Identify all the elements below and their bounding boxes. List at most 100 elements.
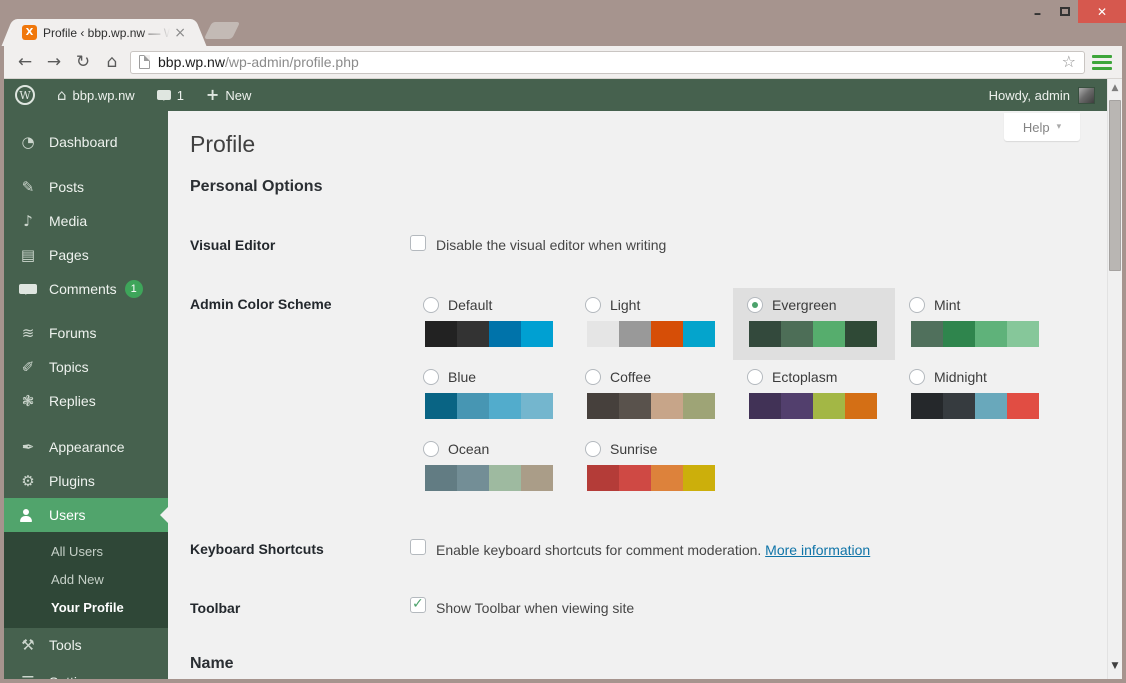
my-account-menu[interactable]: Howdy, admin [989, 79, 1107, 111]
sidebar-item-posts[interactable]: ✎ Posts [4, 170, 168, 204]
color-swatch [911, 393, 943, 419]
color-scheme-name[interactable]: Blue [448, 369, 476, 385]
sidebar-item-topics[interactable]: ✐ Topics [4, 350, 168, 384]
scroll-up-icon[interactable]: ▲ [1108, 83, 1122, 93]
color-swatch [619, 465, 651, 491]
color-swatch [845, 321, 877, 347]
address-bar[interactable]: bbp.wp.nw/wp-admin/profile.php ☆ [130, 50, 1085, 74]
new-tab-button[interactable] [203, 22, 241, 39]
sidebar-item-settings[interactable]: ☰ Settings [4, 665, 168, 679]
color-scheme-radio-blue[interactable] [423, 368, 439, 385]
color-scheme-radio-sunrise[interactable] [585, 440, 601, 457]
settings-icon: ☰ [19, 674, 37, 679]
site-favicon: X [22, 25, 37, 40]
wp-logo-menu[interactable]: W [4, 79, 46, 111]
sidebar-item-tools[interactable]: ⚒ Tools [4, 628, 168, 662]
sidebar-item-media[interactable]: ♪ Media [4, 204, 168, 238]
site-name-menu[interactable]: ⌂ bbp.wp.nw [46, 79, 146, 111]
browser-tab[interactable]: X Profile ‹ bbp.wp.nw — Wo × [14, 19, 194, 46]
color-scheme-options: Default Light Evergreen Mint Blue Coffee Ectop… [409, 288, 1059, 504]
color-scheme-radio-ocean[interactable] [423, 440, 439, 457]
sidebar-item-label: Appearance [49, 439, 125, 455]
close-button[interactable]: ✕ [1078, 0, 1126, 23]
minimize-button[interactable]: – [1024, 0, 1051, 23]
sidebar-item-replies[interactable]: ❃ Replies [4, 384, 168, 418]
keyboard-option-text[interactable]: Enable keyboard shortcuts for comment mo… [436, 542, 761, 558]
color-swatch-bar [911, 321, 1039, 347]
comments-menu[interactable]: 1 [146, 79, 195, 111]
topics-icon: ✐ [21, 357, 35, 376]
sidebar-item-appearance[interactable]: ✒ Appearance [4, 430, 168, 464]
color-scheme-option-midnight: Midnight [895, 360, 1057, 432]
sidebar-item-label: Dashboard [49, 134, 118, 150]
help-label: Help [1022, 119, 1050, 135]
sidebar-item-plugins[interactable]: ⚙ Plugins [4, 464, 168, 498]
reload-button[interactable]: ↻ [72, 53, 94, 71]
keyboard-shortcuts-option-label: Enable keyboard shortcuts for comment mo… [436, 542, 870, 558]
color-swatch [1007, 321, 1039, 347]
sidebar-item-users[interactable]: Users [4, 498, 168, 532]
submenu-item-all-users[interactable]: All Users [4, 537, 168, 565]
submenu-item-add-new[interactable]: Add New [4, 565, 168, 593]
color-scheme-name[interactable]: Midnight [934, 369, 987, 385]
show-toolbar-option-label[interactable]: Show Toolbar when viewing site [436, 600, 634, 616]
sidebar-item-pages[interactable]: ▤ Pages [4, 238, 168, 272]
color-scheme-radio-midnight[interactable] [909, 368, 925, 385]
color-scheme-name[interactable]: Sunrise [610, 441, 657, 457]
bookmark-star-icon[interactable]: ☆ [1062, 54, 1076, 70]
sidebar-item-comments[interactable]: Comments 1 [4, 272, 168, 306]
color-scheme-name[interactable]: Default [448, 297, 492, 313]
more-information-link[interactable]: More information [765, 542, 870, 558]
scroll-down-icon[interactable]: ▼ [1108, 661, 1122, 671]
color-swatch [587, 321, 619, 347]
color-scheme-name[interactable]: Ectoplasm [772, 369, 837, 385]
color-scheme-option-ocean: Ocean [409, 432, 571, 504]
color-scheme-name[interactable]: Evergreen [772, 297, 837, 313]
submenu-item-your-profile[interactable]: Your Profile [4, 593, 168, 621]
color-swatch [425, 393, 457, 419]
back-button[interactable]: ← [14, 53, 36, 71]
maximize-button[interactable] [1051, 0, 1078, 23]
tab-close-icon[interactable]: × [174, 26, 186, 40]
color-scheme-option-evergreen: Evergreen [733, 288, 895, 360]
color-swatch [619, 393, 651, 419]
help-button[interactable]: Help ▾ [1004, 113, 1080, 141]
color-swatch-bar [587, 321, 715, 347]
sidebar-item-dashboard[interactable]: ◔ Dashboard [4, 125, 168, 159]
keyboard-shortcuts-checkbox[interactable] [410, 539, 426, 555]
home-button[interactable]: ⌂ [101, 53, 123, 71]
color-scheme-radio-mint[interactable] [909, 296, 925, 313]
color-scheme-radio-coffee[interactable] [585, 368, 601, 385]
color-swatch [619, 321, 651, 347]
color-swatch [651, 393, 683, 419]
color-scheme-option-ectoplasm: Ectoplasm [733, 360, 895, 432]
color-scheme-radio-ectoplasm[interactable] [747, 368, 763, 385]
color-swatch [781, 393, 813, 419]
color-swatch [749, 321, 781, 347]
page-scrollbar[interactable]: ▲ ▼ [1107, 79, 1122, 679]
replies-icon: ❃ [21, 391, 35, 410]
browser-toolbar: ← → ↻ ⌂ bbp.wp.nw/wp-admin/profile.php ☆ [4, 46, 1122, 79]
show-toolbar-checkbox[interactable] [410, 596, 426, 613]
color-swatch [813, 321, 845, 347]
page-title: Profile [190, 131, 256, 157]
color-scheme-name[interactable]: Ocean [448, 441, 489, 457]
close-icon: ✕ [1096, 4, 1108, 19]
visual-editor-checkbox[interactable] [410, 235, 426, 251]
sidebar-item-forums[interactable]: ≋ Forums [4, 316, 168, 350]
color-scheme-name[interactable]: Coffee [610, 369, 651, 385]
color-swatch [781, 321, 813, 347]
color-scheme-radio-light[interactable] [585, 296, 601, 313]
color-scheme-radio-evergreen[interactable] [747, 296, 763, 313]
sidebar-item-label: Users [49, 507, 86, 523]
forward-button[interactable]: → [43, 53, 65, 71]
color-scheme-name[interactable]: Mint [934, 297, 960, 313]
color-scheme-name[interactable]: Light [610, 297, 640, 313]
scrollbar-thumb[interactable] [1109, 100, 1121, 271]
visual-editor-option-label[interactable]: Disable the visual editor when writing [436, 237, 666, 253]
new-content-menu[interactable]: + New [195, 79, 262, 111]
color-scheme-radio-default[interactable] [423, 296, 439, 313]
color-swatch-bar [425, 321, 553, 347]
profile-page: Help ▾ Profile Personal Options Visual E… [168, 111, 1107, 679]
browser-menu-button[interactable] [1092, 54, 1112, 71]
